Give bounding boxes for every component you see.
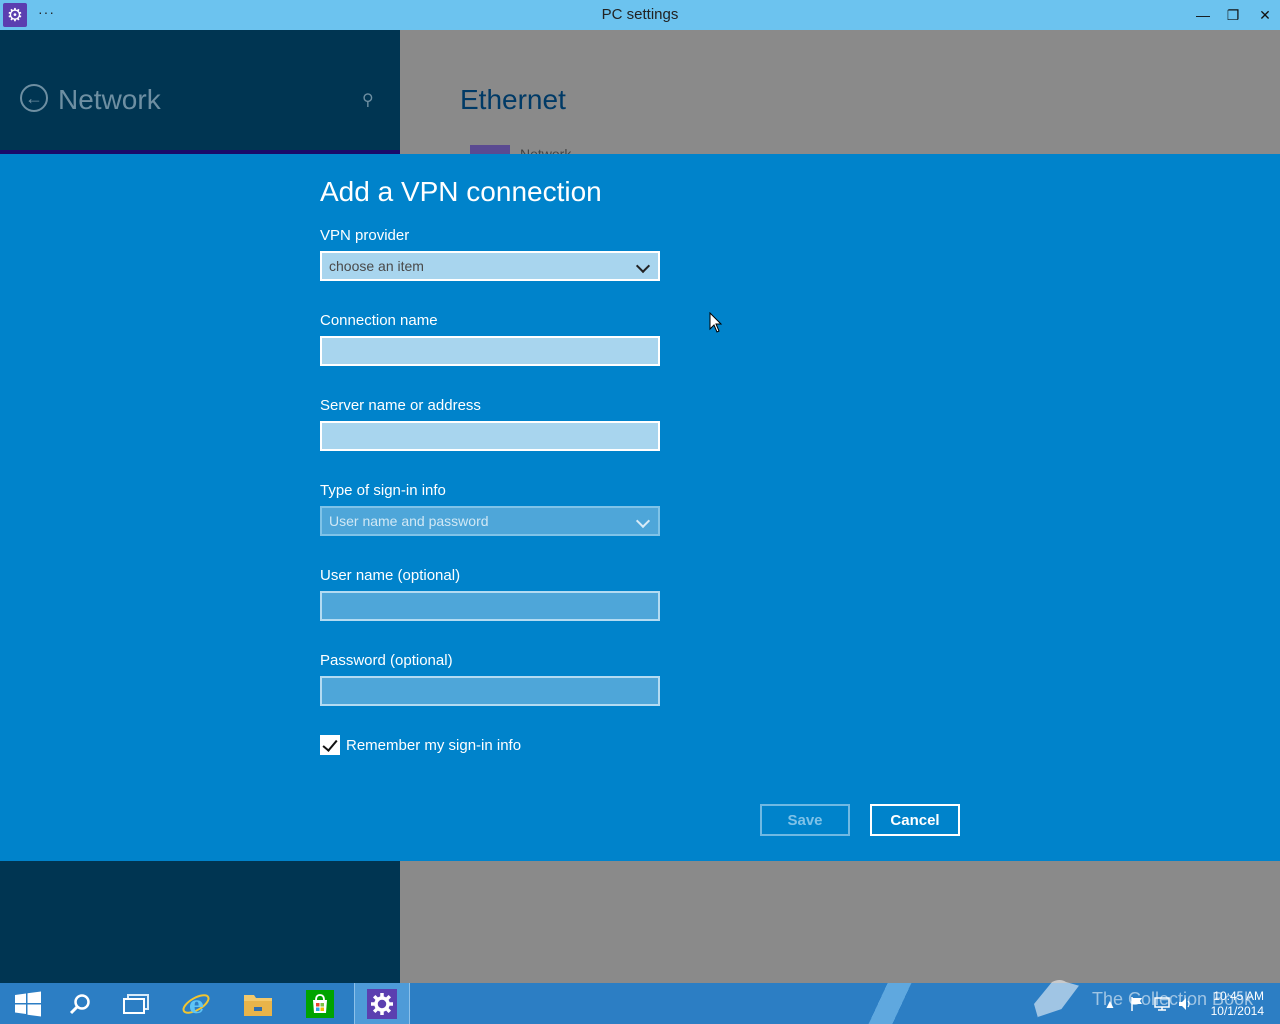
window-title: PC settings [601,6,679,23]
save-button[interactable]: Save [760,804,850,836]
close-button[interactable]: ✕ [1250,0,1280,30]
book-watermark-icon [1034,980,1081,1019]
section-title: Ethernet [460,84,566,115]
file-explorer-icon[interactable] [230,983,286,1024]
username-input[interactable] [320,591,660,621]
taskbar-decoration [860,983,920,1024]
vpn-provider-label: VPN provider [320,227,410,244]
task-view-icon[interactable] [108,983,164,1024]
dialog-title: Add a VPN connection [320,176,602,207]
connection-name-label: Connection name [320,312,438,329]
start-icon[interactable] [0,983,56,1024]
restore-button[interactable]: ❐ [1218,0,1248,30]
mouse-cursor-icon [709,312,723,333]
remember-label[interactable]: Remember my sign-in info [346,737,521,754]
server-label: Server name or address [320,397,481,414]
search-icon[interactable]: ⚲ [362,90,374,110]
connection-name-input[interactable] [320,336,660,366]
chevron-down-icon [635,258,651,274]
network-tile-icon [470,145,510,154]
cancel-button[interactable]: Cancel [870,804,960,836]
vpn-provider-value: choose an item [329,258,424,274]
taskbar: e ▲ 10:45 AM 10/1/2014 [0,983,1280,1024]
title-bar: ⚙ ··· PC settings — ❐ ✕ [0,0,1280,30]
watermark-text: The Collection Book [1092,989,1254,1009]
signin-type-select[interactable]: User name and password [320,506,660,536]
username-label: User name (optional) [320,567,461,584]
checkmark-icon [322,736,338,752]
vpn-provider-select[interactable]: choose an item [320,251,660,281]
password-label: Password (optional) [320,652,453,669]
minimize-button[interactable]: — [1188,0,1218,30]
svg-text:e: e [189,990,204,1019]
password-input[interactable] [320,676,660,706]
signin-type-value: User name and password [329,513,489,529]
chevron-down-icon [635,513,651,529]
pc-settings-icon[interactable] [354,983,410,1024]
internet-explorer-icon[interactable]: e [168,983,224,1024]
network-item-label: Network [520,146,572,154]
remember-checkbox[interactable] [320,735,340,755]
store-icon[interactable] [292,983,348,1024]
back-arrow-icon[interactable]: ← [20,84,48,112]
search-icon[interactable] [52,983,108,1024]
signin-type-label: Type of sign-in info [320,482,446,499]
server-input[interactable] [320,421,660,451]
page-title: Network [58,84,161,115]
